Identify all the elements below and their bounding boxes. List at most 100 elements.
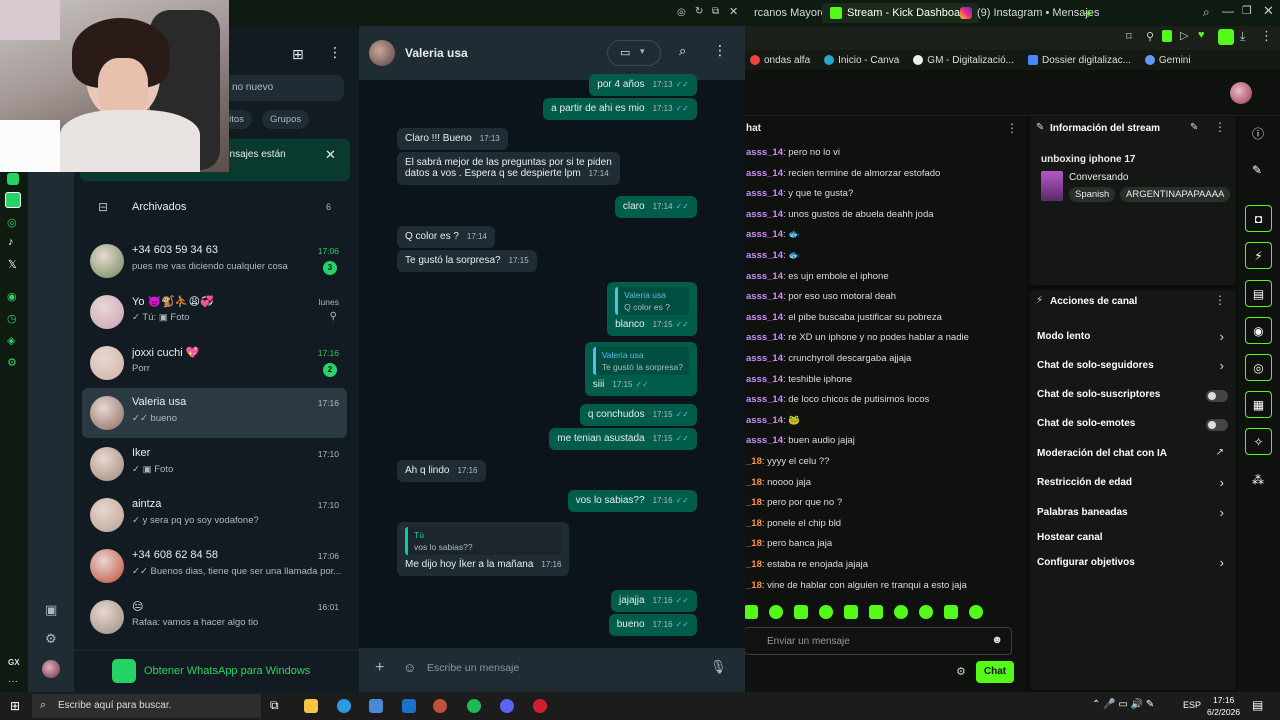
language-indicator[interactable]: ESP (1183, 700, 1201, 710)
search-icon[interactable]: ⌕ (1203, 5, 1210, 20)
bookmark-dossier[interactable]: Dossier digitalizac... (1027, 55, 1131, 66)
channel-action-row[interactable]: Hostear canal (1030, 531, 1236, 549)
camera-icon[interactable]: ◘ (1245, 205, 1272, 232)
chat-username[interactable]: asss_14 (746, 188, 783, 199)
pencil-icon[interactable]: ✎ (1252, 163, 1262, 177)
chat-list-item[interactable]: 😑 Rafaa: vamos a hacer algo tio 16:01 (82, 592, 347, 642)
channel-action-row[interactable]: Modo lento › (1030, 329, 1236, 348)
instagram-icon[interactable]: ◎ (7, 216, 17, 229)
channel-action-row[interactable]: Chat de solo-suscriptores (1030, 388, 1236, 406)
emoji-icon[interactable]: ☺ (403, 660, 416, 675)
edit-icon[interactable]: ✎ (1190, 122, 1198, 133)
emote-icon[interactable] (969, 605, 983, 619)
nodes-icon[interactable]: ⁂ (1252, 473, 1264, 487)
chat-menu-icon[interactable]: ⋮ (1006, 121, 1018, 135)
settings-icon[interactable]: ⚙ (45, 631, 57, 647)
settings-icon[interactable]: ⚙ (7, 356, 17, 369)
settings-icon[interactable]: ⚙ (956, 665, 966, 678)
emote-icon[interactable] (744, 605, 758, 619)
channel-action-row[interactable]: Chat de solo-seguidores › (1030, 358, 1236, 377)
channel-action-row[interactable]: Chat de solo-emotes (1030, 417, 1236, 435)
quoted-message[interactable]: Valeria usa Te gustó la sorpresa? (592, 347, 689, 375)
document-icon[interactable]: ▤ (1245, 280, 1272, 307)
emote-icon[interactable] (769, 605, 783, 619)
chat-username[interactable]: asss_14 (746, 209, 783, 220)
chat-username[interactable]: _18 (746, 456, 762, 467)
whatsapp-icon[interactable] (7, 173, 19, 185)
outgoing-message[interactable]: por 4 años 17:13 ✓✓ (589, 74, 697, 96)
popout-icon[interactable]: ⧉ (712, 6, 719, 17)
chat-list-item[interactable]: Yo 👿🐒⛹️😩💞 ✓ Tú: ▣ Foto lunes ⚲ (82, 287, 347, 337)
incoming-message[interactable]: Tú vos lo sabias?? Me dijo hoy Íker a la m… (397, 522, 570, 576)
send-chat-button[interactable]: Chat (976, 661, 1014, 683)
chat-username[interactable]: asss_14 (746, 250, 783, 261)
outgoing-message[interactable]: bueno 17:16 ✓✓ (608, 614, 697, 636)
contact-avatar[interactable] (369, 40, 395, 66)
bolt-icon[interactable]: ⚡ (1245, 242, 1272, 269)
address-bar[interactable]: ⌑ ⚲ ▷ ♥ ⤓ ⋮ (742, 26, 1280, 50)
chat-username[interactable]: asss_14 (746, 374, 783, 385)
chat-list-item[interactable]: aintza ✓ y sera pq yo soy vodafone? 17:10 (82, 490, 347, 540)
edge-icon[interactable] (337, 699, 351, 713)
tray-icons[interactable]: ⌃ 🎤 ▭ 🔊 ✎ (1092, 699, 1154, 710)
clock-time[interactable]: 17:16 (1213, 695, 1234, 705)
incoming-message[interactable]: Te gustó la sorpresa? 17:15 (397, 250, 537, 272)
chat-username[interactable]: asss_14 (746, 415, 783, 426)
actions-menu-icon[interactable]: ⋮ (1214, 293, 1226, 307)
incoming-message[interactable]: Q color es ? 17:14 (397, 226, 495, 248)
chat-username[interactable]: asss_14 (746, 312, 783, 323)
chat-message-input[interactable]: Enviar un mensaje ☻ (744, 627, 1012, 655)
clock-date[interactable]: 6/2/2026 (1207, 707, 1240, 717)
emoji-icon[interactable]: ☻ (991, 634, 1003, 646)
toggle-switch[interactable] (1206, 419, 1228, 431)
info-menu-icon[interactable]: ⋮ (1214, 120, 1226, 134)
more-icon[interactable]: ··· (8, 676, 18, 687)
broadcast-icon[interactable]: ◎ (1245, 354, 1272, 381)
chat-username[interactable]: _18 (746, 559, 762, 570)
chat-username[interactable]: _18 (746, 518, 762, 529)
outgoing-message[interactable]: Valeria usa Te gustó la sorpresa? siii 17:1… (584, 342, 697, 396)
chat-list-item[interactable]: Iker ✓ ▣ Foto 17:10 (82, 439, 347, 489)
channel-action-row[interactable]: Palabras baneadas › (1030, 505, 1236, 524)
menu-icon[interactable]: ⋮ (328, 44, 342, 61)
opera-gx-icon[interactable] (533, 699, 547, 713)
chat-list-item[interactable]: +34 603 59 34 63 pues me vas diciendo cua… (82, 236, 347, 286)
contact-name[interactable]: Valeria usa (405, 46, 468, 60)
history-icon[interactable]: ◉ (7, 290, 17, 303)
channel-action-row[interactable]: Restricción de edad › (1030, 475, 1236, 494)
bookmark-gemini[interactable]: Gemini (1144, 55, 1191, 66)
chat-username[interactable]: asss_14 (746, 147, 783, 158)
chat-icon[interactable]: ◉ (1245, 317, 1272, 344)
quoted-message[interactable]: Tú vos lo sabias?? (405, 527, 562, 555)
channel-action-row[interactable]: Moderación del chat con IA ↗ (1030, 447, 1236, 465)
refresh-icon[interactable]: ↻ (695, 6, 703, 17)
clock-icon[interactable]: ◷ (7, 312, 17, 325)
play-icon[interactable]: ▷ (1180, 29, 1188, 42)
chat-username[interactable]: asss_14 (746, 291, 783, 302)
outgoing-message[interactable]: jajajja 17:16 ✓✓ (610, 590, 697, 612)
chat-username[interactable]: asss_14 (746, 394, 783, 405)
target-icon[interactable]: ◎ (677, 7, 686, 18)
heart-icon[interactable]: ♥ (1198, 29, 1205, 41)
pin-icon[interactable]: ⚲ (1146, 30, 1154, 43)
discord-icon[interactable] (500, 699, 514, 713)
extension-icon[interactable] (1218, 29, 1234, 45)
store-icon[interactable] (369, 699, 383, 713)
chat-username[interactable]: asss_14 (746, 353, 783, 364)
filter-grupos[interactable]: Grupos (262, 110, 310, 129)
toggle-switch[interactable] (1206, 390, 1228, 402)
chat-username[interactable]: _18 (746, 580, 762, 591)
microphone-icon[interactable]: 🎙 (710, 659, 727, 675)
windows-start-icon[interactable]: ⊞ (10, 699, 20, 713)
avatar[interactable] (1230, 82, 1252, 104)
download-icon[interactable]: ⤓ (1240, 29, 1245, 44)
notifications-icon[interactable]: ▤ (1252, 698, 1263, 712)
outgoing-message[interactable]: Valeria usa Q color es ? blanco 17:15 ✓✓ (607, 282, 697, 336)
emote-icon[interactable] (819, 605, 833, 619)
chat-username[interactable]: asss_14 (746, 332, 783, 343)
outgoing-message[interactable]: vos lo sabias?? 17:16 ✓✓ (567, 490, 697, 512)
emote-icon[interactable] (844, 605, 858, 619)
close-icon[interactable]: ✕ (325, 147, 336, 163)
archived-row[interactable]: ⊟ Archivados 6 (82, 192, 344, 222)
task-view-icon[interactable]: ⧉ (270, 698, 279, 713)
